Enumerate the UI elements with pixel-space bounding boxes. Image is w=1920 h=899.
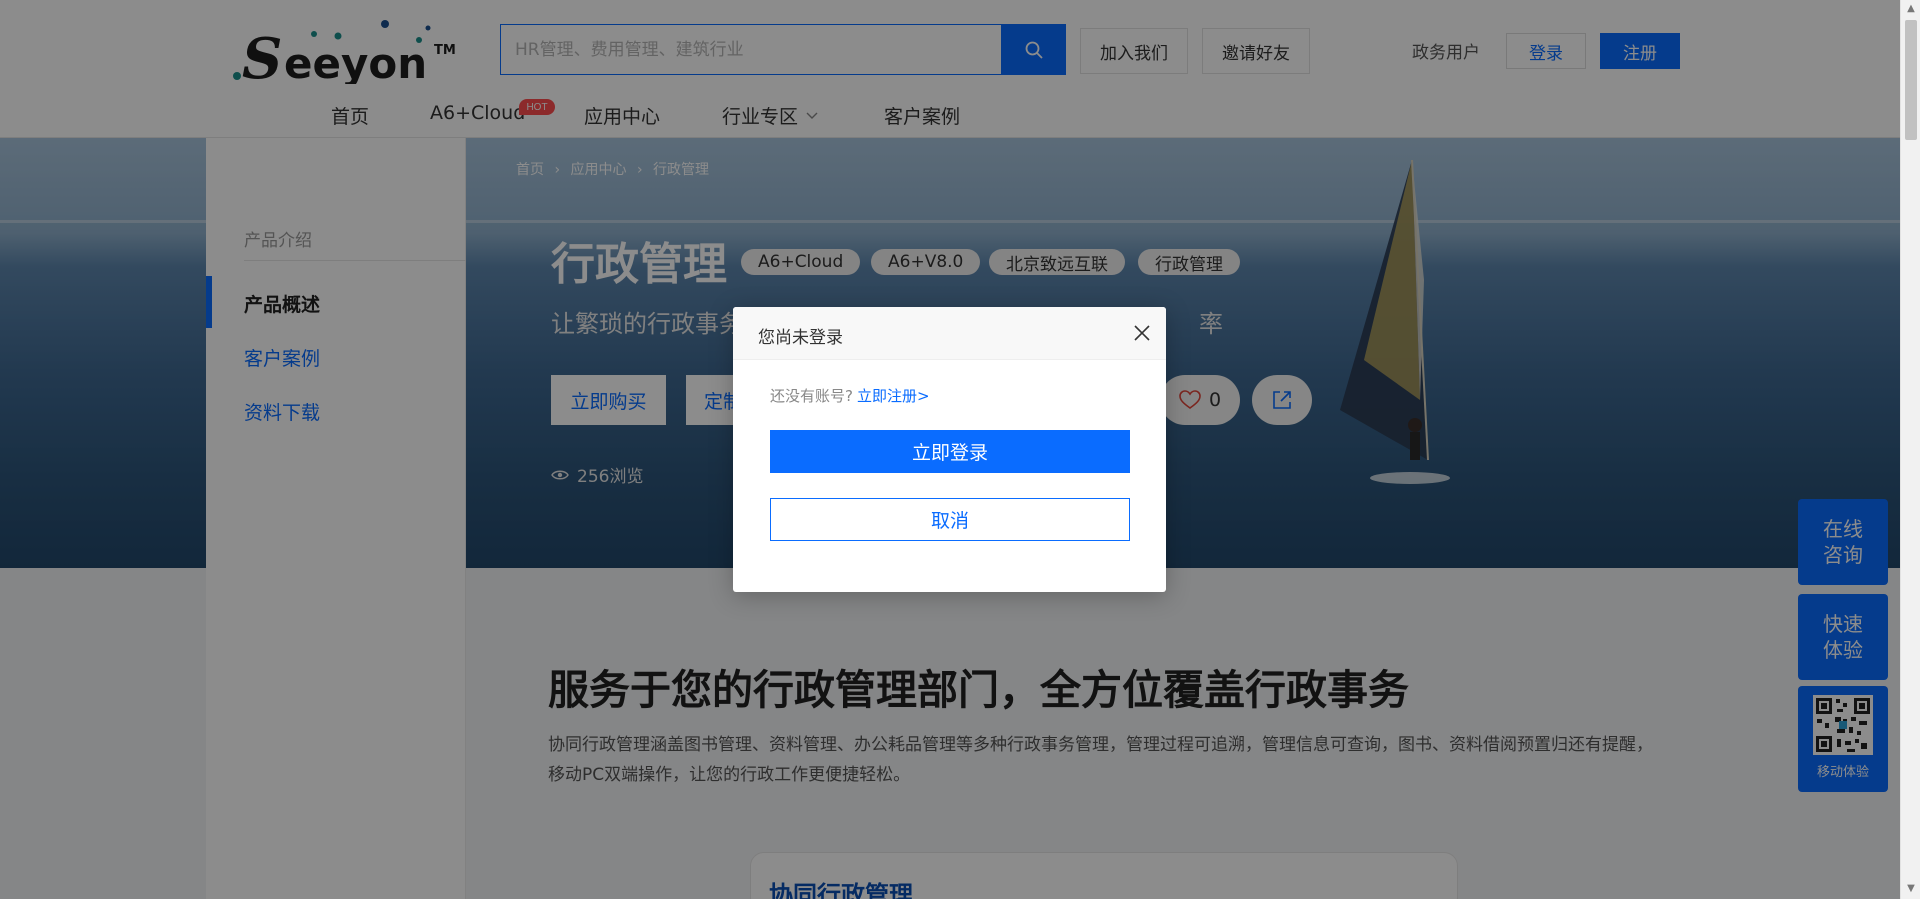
- modal-register-link[interactable]: 立即注册>: [857, 387, 930, 405]
- modal-register-hint: 还没有账号? 立即注册>: [770, 385, 930, 406]
- modal-login-button[interactable]: 立即登录: [770, 430, 1130, 473]
- modal-hint-text: 还没有账号?: [770, 387, 853, 405]
- scroll-down-icon[interactable]: ▼: [1905, 883, 1917, 895]
- login-required-modal: 您尚未登录 还没有账号? 立即注册> 立即登录 取消: [733, 307, 1166, 592]
- close-icon: [1134, 325, 1150, 341]
- modal-close-button[interactable]: [1129, 320, 1155, 346]
- page-scrollbar[interactable]: ▲ ▼: [1900, 0, 1920, 899]
- scroll-up-icon[interactable]: ▲: [1905, 3, 1917, 15]
- modal-header: 您尚未登录: [733, 307, 1166, 360]
- scroll-thumb[interactable]: [1905, 20, 1917, 140]
- modal-cancel-button[interactable]: 取消: [770, 498, 1130, 541]
- modal-title: 您尚未登录: [758, 328, 843, 348]
